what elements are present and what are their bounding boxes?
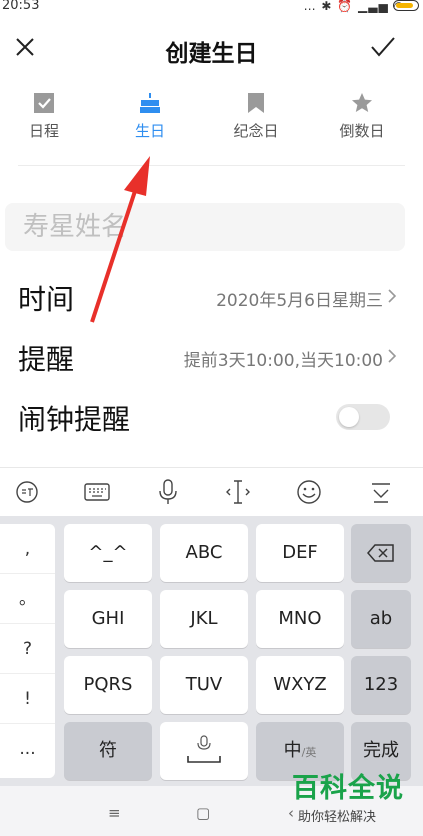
time-label: 时间 — [18, 283, 75, 316]
status-icons: … ✱ ⏰ ▁▃▅ ◠ — [303, 0, 405, 13]
key-jkl[interactable]: JKL — [160, 590, 248, 648]
key-language-switch[interactable]: 中/英 — [256, 722, 344, 780]
cursor-icon[interactable] — [223, 478, 253, 506]
battery-icon — [393, 0, 419, 11]
watermark: 百科全说 助你轻松解决 — [292, 774, 416, 832]
reminder-row[interactable]: 提醒 提前3天10:00,当天10:00 — [0, 330, 423, 384]
key-mno[interactable]: MNO — [256, 590, 344, 648]
menu-icon[interactable]: ≡ — [108, 804, 121, 822]
cake-icon — [140, 93, 160, 113]
handwriting-icon[interactable] — [12, 478, 42, 506]
star-icon — [352, 93, 372, 112]
symbol-key[interactable]: ... — [0, 724, 55, 774]
key-zh-label: 中 — [283, 740, 302, 761]
space-key[interactable] — [160, 722, 248, 780]
key-def[interactable]: DEF — [256, 524, 344, 582]
symbol-key[interactable]: ! — [0, 674, 55, 724]
emoji-icon[interactable] — [294, 478, 324, 506]
checkbox-icon — [34, 93, 54, 113]
key-lowercase[interactable]: ab — [351, 590, 411, 648]
space-mic-icon — [187, 735, 221, 763]
name-input[interactable] — [5, 203, 403, 251]
tab-schedule[interactable]: 日程 — [4, 92, 84, 141]
tab-label: 倒数日 — [339, 122, 385, 140]
time-row[interactable]: 时间 2020年5月6日星期三 — [0, 270, 423, 324]
home-icon[interactable]: ▢ — [196, 804, 210, 822]
backspace-icon — [367, 544, 394, 562]
alarm-toggle[interactable] — [336, 404, 390, 430]
key-abc[interactable]: ABC — [160, 524, 248, 582]
status-bar: 20:53 … ✱ ⏰ ▁▃▅ ◠ — [0, 0, 423, 14]
reminder-label: 提醒 — [18, 343, 75, 376]
divider — [18, 165, 405, 166]
key-en-label: /英 — [301, 746, 317, 759]
watermark-subtitle: 助你轻松解决 — [298, 810, 377, 825]
status-time: 20:53 — [2, 0, 40, 13]
chevron-right-icon — [388, 349, 397, 363]
symbol-key[interactable]: 。 — [0, 574, 55, 624]
key-emoticon[interactable]: ^_^ — [64, 524, 152, 582]
symbol-key[interactable]: ? — [0, 624, 55, 674]
keyboard-toolbar — [0, 468, 423, 516]
tab-label: 生日 — [134, 122, 165, 140]
tab-anniversary[interactable]: 纪念日 — [216, 92, 296, 141]
backspace-key[interactable] — [351, 524, 411, 582]
done-key[interactable]: 完成 — [351, 722, 411, 780]
key-wxyz[interactable]: WXYZ — [256, 656, 344, 714]
symbol-column: , 。 ? ! ... — [0, 524, 55, 778]
key-ghi[interactable]: GHI — [64, 590, 152, 648]
name-field — [5, 203, 405, 251]
tab-countdown[interactable]: 倒数日 — [322, 92, 402, 141]
bookmark-icon — [248, 93, 264, 113]
time-value: 2020年5月6日星期三 — [216, 291, 383, 311]
chevron-right-icon — [388, 289, 397, 303]
key-tuv[interactable]: TUV — [160, 656, 248, 714]
toggle-knob — [339, 407, 359, 427]
tab-birthday[interactable]: 生日 — [110, 92, 190, 141]
check-icon[interactable] — [370, 36, 396, 58]
keyboard: , 。 ? ! ... ^_^ ABC DEF GHI JKL MNO ab P… — [0, 516, 423, 786]
annotation-arrow — [90, 156, 150, 323]
microphone-icon[interactable] — [153, 478, 183, 506]
key-numbers[interactable]: 123 — [351, 656, 411, 714]
tab-label: 日程 — [28, 122, 59, 140]
key-pqrs[interactable]: PQRS — [64, 656, 152, 714]
reminder-value: 提前3天10:00,当天10:00 — [183, 351, 383, 371]
key-symbols[interactable]: 符 — [64, 722, 152, 780]
tab-label: 纪念日 — [233, 122, 279, 140]
symbol-key[interactable]: , — [0, 524, 55, 574]
watermark-title: 百科全说 — [292, 773, 404, 804]
alarm-label: 闹钟提醒 — [18, 403, 131, 436]
page-title: 创建生日 — [165, 41, 258, 67]
keyboard-icon[interactable] — [82, 478, 112, 506]
collapse-keyboard-icon[interactable] — [366, 478, 396, 506]
